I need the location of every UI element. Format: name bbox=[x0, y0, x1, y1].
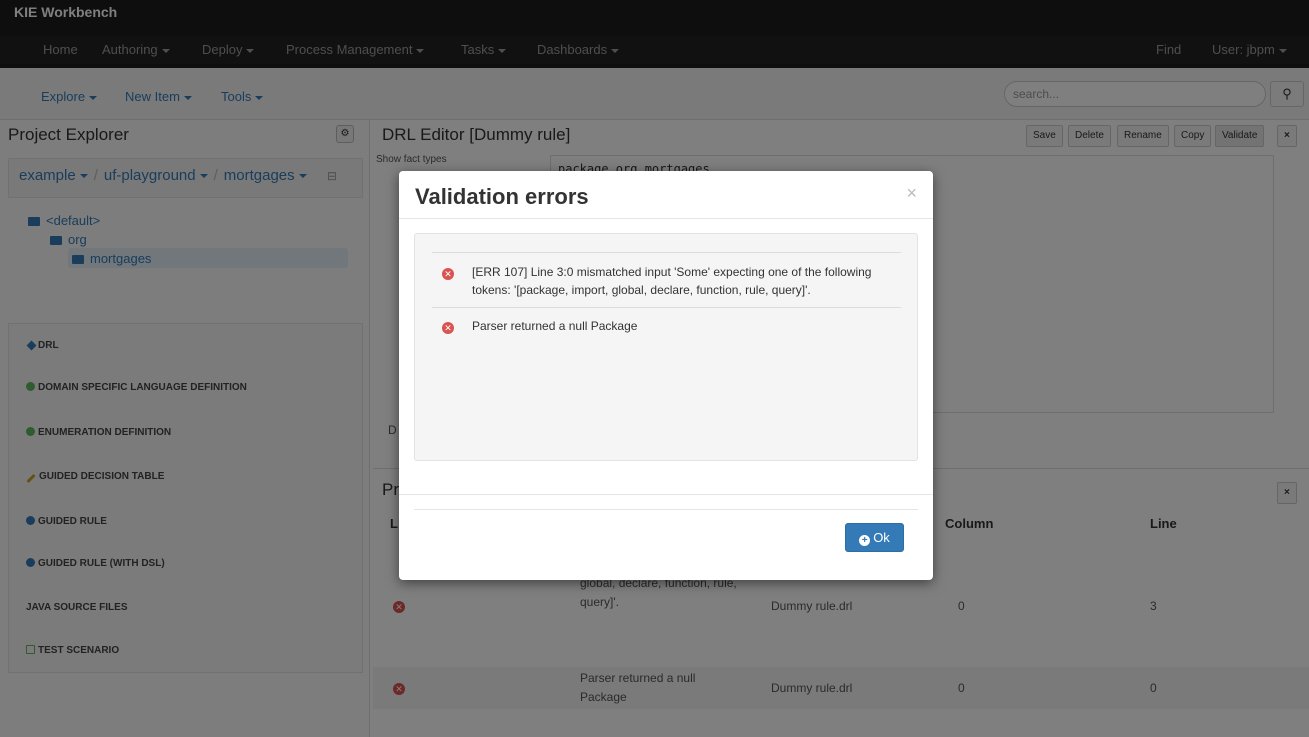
errors-list: ✕ [ERR 107] Line 3:0 mismatched input 'S… bbox=[414, 233, 918, 461]
dialog-title: Validation errors bbox=[415, 184, 589, 209]
ok-button-label: Ok bbox=[873, 530, 890, 545]
close-icon[interactable]: × bbox=[906, 183, 917, 204]
check-circle-icon: + bbox=[859, 535, 871, 546]
error-message: [ERR 107] Line 3:0 mismatched input 'Som… bbox=[472, 265, 872, 297]
list-item: ✕ Parser returned a null Package bbox=[432, 307, 901, 342]
error-message: Parser returned a null Package bbox=[472, 319, 638, 333]
list-item: ✕ [ERR 107] Line 3:0 mismatched input 'S… bbox=[432, 252, 901, 307]
ok-button[interactable]: + Ok bbox=[845, 523, 904, 552]
page: KIE Workbench Home Authoring Deploy Proc… bbox=[0, 0, 1309, 737]
dialog-divider bbox=[399, 218, 933, 219]
error-icon: ✕ bbox=[442, 322, 454, 334]
error-icon: ✕ bbox=[442, 268, 454, 280]
dialog-divider bbox=[399, 494, 933, 495]
dialog-divider bbox=[414, 509, 918, 510]
validation-errors-dialog: Validation errors × ✕ [ERR 107] Line 3:0… bbox=[399, 171, 933, 580]
